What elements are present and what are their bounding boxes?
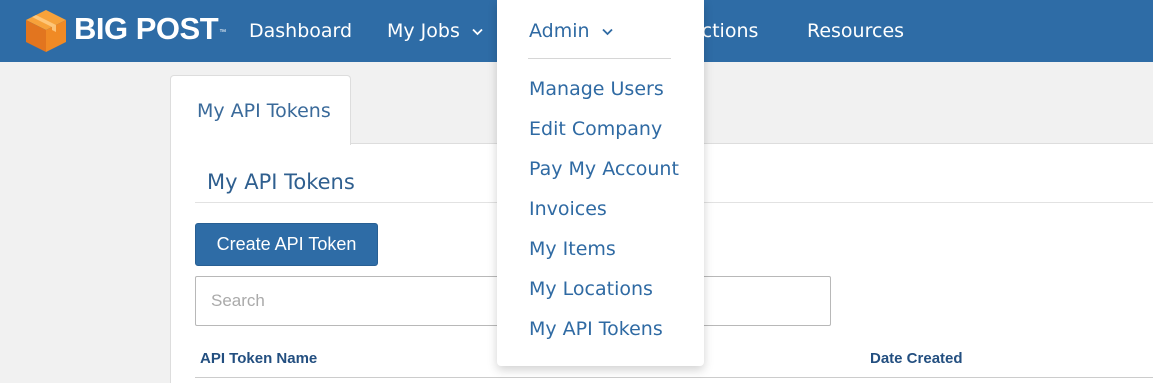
nav-resources-label: Resources — [807, 20, 905, 42]
tab-label: My API Tokens — [197, 100, 331, 122]
nav-resources[interactable]: Resources — [807, 19, 904, 43]
tab-divider — [351, 143, 1153, 144]
menu-item-my-items[interactable]: My Items — [529, 237, 616, 261]
page-title: My API Tokens — [207, 170, 355, 194]
brand-logo-text[interactable]: BIG POST™ — [74, 11, 226, 47]
column-header-date-created[interactable]: Date Created — [870, 350, 963, 367]
chevron-down-icon — [472, 28, 483, 35]
menu-item-manage-users[interactable]: Manage Users — [529, 77, 664, 101]
admin-dropdown-menu: Admin Manage Users Edit Company Pay My A… — [497, 0, 704, 366]
column-header-token-name[interactable]: API Token Name — [200, 350, 317, 367]
dropdown-divider — [528, 58, 671, 59]
box-icon[interactable] — [24, 8, 68, 54]
nav-admin-label: Admin — [529, 20, 590, 42]
create-api-token-button[interactable]: Create API Token — [195, 223, 378, 266]
nav-my-jobs-label: My Jobs — [387, 20, 460, 42]
menu-item-invoices[interactable]: Invoices — [529, 197, 607, 221]
trademark: ™ — [219, 29, 226, 36]
nav-dashboard-label: Dashboard — [249, 20, 353, 42]
nav-admin[interactable]: Admin — [529, 19, 613, 43]
menu-item-my-api-tokens[interactable]: My API Tokens — [529, 317, 663, 341]
brand-name: BIG POST — [74, 11, 219, 46]
tab-my-api-tokens[interactable]: My API Tokens — [170, 75, 351, 145]
menu-item-edit-company[interactable]: Edit Company — [529, 117, 662, 141]
chevron-down-icon — [601, 28, 613, 35]
table-header-divider — [195, 377, 1153, 378]
menu-item-my-locations[interactable]: My Locations — [529, 277, 653, 301]
nav-dashboard[interactable]: Dashboard — [249, 19, 352, 43]
menu-item-pay-my-account[interactable]: Pay My Account — [529, 157, 679, 181]
nav-my-jobs[interactable]: My Jobs — [387, 19, 483, 43]
